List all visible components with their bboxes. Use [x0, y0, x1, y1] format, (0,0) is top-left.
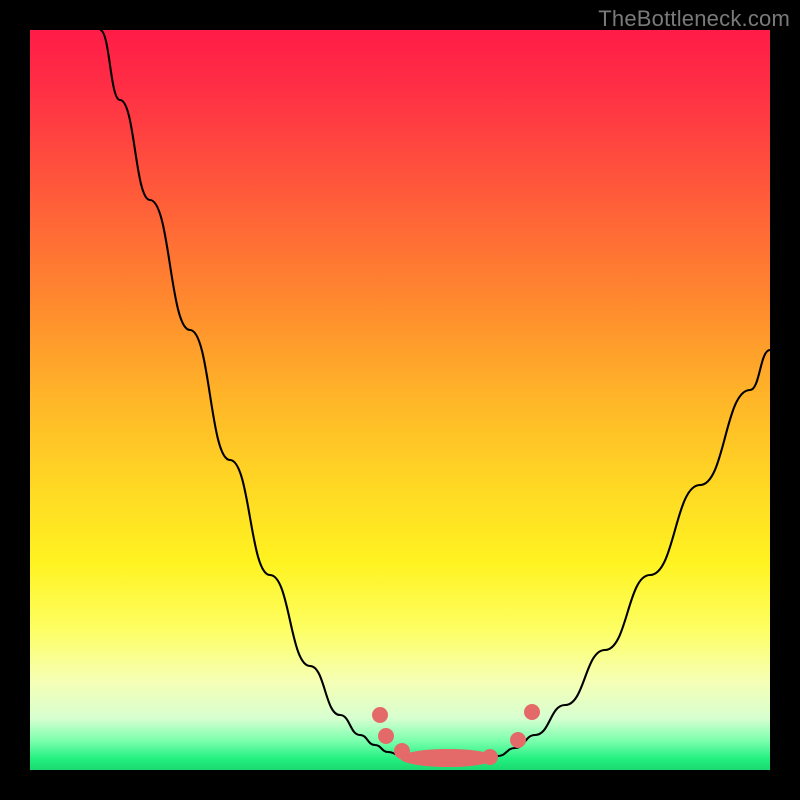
valley-dot — [394, 743, 410, 759]
curve-svg — [30, 30, 770, 770]
right-v-branch — [498, 350, 770, 756]
valley-dot — [417, 750, 433, 766]
watermark-text: TheBottleneck.com — [598, 6, 790, 32]
valley-dot — [524, 704, 540, 720]
valley-dot — [482, 749, 498, 765]
valley-dot — [510, 732, 526, 748]
valley-dots-group — [372, 704, 540, 767]
plot-area — [30, 30, 770, 770]
valley-dot — [372, 707, 388, 723]
valley-floor-marker — [400, 749, 496, 767]
valley-dot — [452, 751, 468, 767]
left-v-branch — [100, 30, 402, 756]
outer-frame: TheBottleneck.com — [0, 0, 800, 800]
valley-dot — [378, 728, 394, 744]
